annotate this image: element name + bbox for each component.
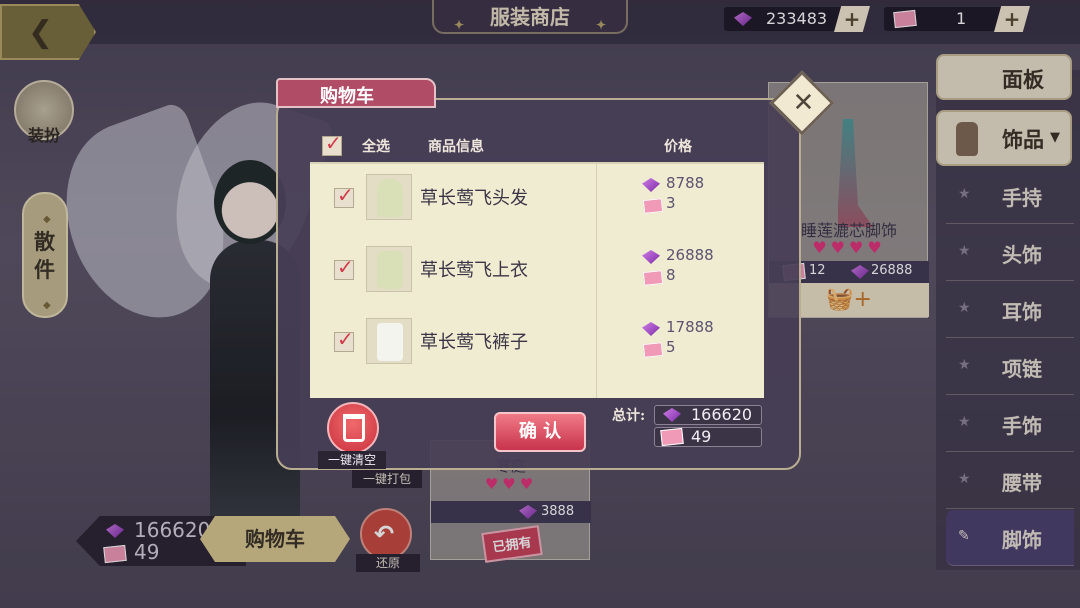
total-tickets: 49: [691, 427, 712, 446]
ticket-icon: [642, 198, 664, 214]
item-name: 草长莺飞上衣: [420, 260, 528, 281]
select-all-label: 全选: [362, 139, 390, 155]
item-gem-price: 26888: [666, 246, 714, 264]
item-gem-price: 8788: [666, 174, 705, 192]
pants-art: [377, 323, 403, 361]
total-label: 总计:: [612, 408, 646, 424]
item-gem-price: 17888: [666, 318, 714, 336]
item-ticket-price: 8: [666, 266, 676, 284]
item-ticket-price: 5: [666, 338, 676, 356]
dialog-title: 购物车: [320, 86, 374, 107]
total-gems: 166620: [691, 405, 753, 424]
item-checkbox[interactable]: [334, 183, 354, 208]
confirm-button[interactable]: 确 认: [494, 412, 586, 452]
total-gems-box: 166620: [654, 405, 762, 425]
cart-row[interactable]: 草长莺飞头发 8788 3: [310, 168, 764, 240]
item-ticket-price: 3: [666, 194, 676, 212]
cart-row[interactable]: 草长莺飞上衣 26888 8: [310, 240, 764, 312]
hair-art: [377, 179, 403, 217]
item-checkbox[interactable]: [334, 327, 354, 352]
column-header-price: 价格: [664, 139, 692, 155]
item-name: 草长莺飞裤子: [420, 332, 528, 353]
dialog-title-tab: 购物车: [276, 78, 436, 108]
item-thumbnail: [366, 246, 412, 292]
gem-icon: [642, 322, 660, 336]
item-name: 草长莺飞头发: [420, 188, 528, 209]
total-tickets-box: 49: [654, 427, 762, 447]
game-screen: 睡莲漉芯脚饰 ♥♥♥♥ 12 26888 🧺+ 寒庭 ♥♥♥ 3888 已拥有 …: [0, 0, 1080, 608]
clear-all-label: 一键清空: [318, 451, 386, 469]
trash-icon: [343, 414, 365, 442]
cart-table-header: 全选 商品信息 价格: [310, 128, 764, 164]
top-art: [377, 251, 403, 289]
gem-icon: [642, 178, 660, 192]
item-checkbox[interactable]: [334, 255, 354, 280]
ticket-icon: [660, 427, 684, 447]
ticket-icon: [642, 270, 664, 286]
column-header-info: 商品信息: [428, 139, 484, 155]
gem-icon: [642, 250, 660, 264]
cart-row[interactable]: 草长莺飞裤子 17888 5: [310, 312, 764, 384]
clear-all-button[interactable]: [327, 402, 379, 454]
close-icon: ✕: [786, 90, 817, 113]
item-thumbnail: [366, 318, 412, 364]
select-all-checkbox[interactable]: [322, 131, 342, 156]
confirm-label: 确 认: [518, 421, 562, 442]
gem-icon: [663, 408, 681, 422]
item-thumbnail: [366, 174, 412, 220]
cart-item-list[interactable]: 草长莺飞头发 8788 3 草长莺飞上衣 26888 8 草长莺飞裤子 1788…: [310, 162, 764, 398]
ticket-icon: [642, 342, 664, 358]
